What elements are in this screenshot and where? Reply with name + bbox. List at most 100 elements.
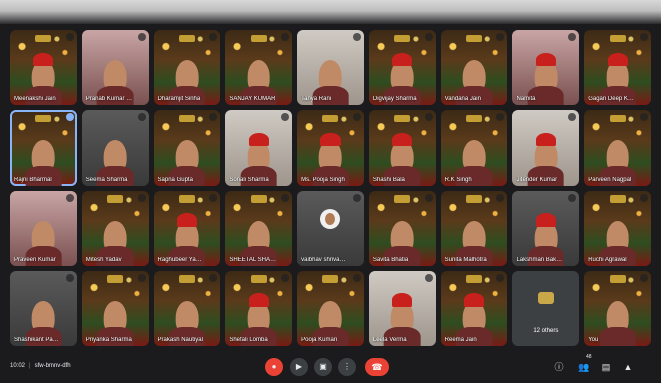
participant-tile[interactable]: vaibhav shrivastava: [297, 190, 364, 266]
participant-tile[interactable]: Raghubeer Yadav: [153, 190, 221, 266]
meeting-details-button[interactable]: ⓘ: [553, 361, 565, 373]
participant-name: Leela Verma: [372, 337, 407, 343]
mic-muted-icon: [209, 273, 218, 282]
mic-muted-icon: [352, 273, 361, 282]
participant-name: Tanya Rani: [301, 96, 332, 103]
participant-name: You: [588, 337, 599, 343]
participant-tile[interactable]: Tanya Rani: [297, 30, 364, 106]
mic-muted-icon: [209, 33, 218, 41]
participant-name: SHEETAL SHARMA: [229, 256, 276, 263]
participant-tile[interactable]: Shashikant Pawar: [10, 270, 77, 346]
participant-name: Sunita Malhotra: [444, 256, 487, 263]
participant-tile[interactable]: Parveen Nagpal: [584, 110, 651, 186]
participant-name: Ruchi Agrawal: [588, 256, 627, 263]
participant-name: Parveen Nagpal: [588, 176, 632, 183]
participant-name: Prakash Nautiyal: [157, 337, 203, 343]
participant-video: [25, 140, 62, 186]
mic-muted-icon: [65, 193, 74, 202]
chat-button[interactable]: ▤: [600, 361, 612, 373]
camera-toggle-button[interactable]: ▶: [290, 358, 308, 376]
meeting-info: 10:02 | sfw-bmnv-dfh: [10, 363, 71, 369]
people-button[interactable]: 👥: [578, 361, 590, 373]
participant-tile[interactable]: Priyanka Sharma: [81, 270, 149, 346]
browser-top-strip: [0, 0, 661, 24]
more-options-button[interactable]: ⋮: [338, 358, 356, 376]
santa-hat: [464, 293, 485, 307]
mic-muted-icon: [137, 193, 146, 202]
pin-icon: [65, 113, 74, 122]
participant-tile[interactable]: Gagan Deep Kaur: [584, 30, 651, 106]
santa-hat: [33, 52, 54, 67]
participant-tile[interactable]: R.K Singh: [440, 110, 508, 186]
camera-icon: ▶: [295, 362, 303, 371]
participant-tile[interactable]: Pooja Kumari: [297, 270, 364, 346]
participant-tile[interactable]: Dharamjit Sinha: [153, 30, 221, 106]
participant-grid: Meenakshi Jain Pranab Kumar Mit Dharamjit …: [10, 30, 651, 346]
leave-call-button[interactable]: ☎: [365, 358, 389, 376]
present-icon: ▣: [319, 362, 327, 371]
others-tile[interactable]: 12 others: [512, 270, 580, 346]
participant-tile[interactable]: Mitesh Yadav: [81, 190, 149, 266]
mic-muted-icon: [352, 33, 361, 41]
mic-muted-icon: [640, 113, 648, 122]
participant-tile[interactable]: SHEETAL SHARMA: [225, 190, 293, 266]
avatar: [320, 209, 341, 230]
participant-tile[interactable]: Praveen Kumar: [10, 190, 77, 266]
participant-tile[interactable]: Seema Sharma: [81, 110, 149, 186]
mic-muted-icon: [424, 33, 433, 41]
participant-tile[interactable]: Shefali Lomba: [225, 270, 293, 346]
santa-hat: [248, 293, 269, 307]
participant-tile[interactable]: SANJAY KUMAR: [225, 30, 293, 106]
participant-name: Pooja Kumari: [301, 337, 338, 343]
participant-tile[interactable]: Leela Verma: [368, 270, 436, 346]
participant-name: Rajni Bharmal: [14, 176, 52, 183]
participant-name: Praveen Kumar: [14, 256, 56, 263]
present-button[interactable]: ▣: [314, 358, 332, 376]
participant-name: Vandana Jain: [444, 96, 481, 103]
santa-hat: [176, 213, 197, 227]
participant-name: Shefali Lomba: [229, 337, 268, 343]
participant-name: SANJAY KUMAR: [229, 96, 276, 103]
participant-tile[interactable]: Sapna Gupta: [153, 110, 221, 186]
participant-tile[interactable]: Prakash Nautiyal: [153, 270, 221, 346]
participant-video: [599, 220, 636, 266]
participant-video: [312, 300, 349, 346]
participant-tile[interactable]: Ms. Pooja Singh: [297, 110, 364, 186]
participant-video: [97, 140, 133, 186]
participant-tile[interactable]: Vandana Jain: [440, 30, 508, 106]
participant-count-badge: 48: [586, 354, 592, 360]
participant-video: [599, 300, 636, 346]
participant-tile[interactable]: Shashi Bala: [368, 110, 436, 186]
participant-tile[interactable]: Rajni Bharmal: [10, 110, 77, 186]
santa-hat: [535, 132, 556, 147]
mic-muted-icon: [65, 273, 74, 282]
participant-tile[interactable]: Meenakshi Jain: [10, 30, 77, 106]
santa-hat: [248, 132, 269, 147]
participant-name: R.K Singh: [444, 176, 472, 183]
mic-muted-icon: [137, 113, 146, 122]
participant-tile[interactable]: Savita Bhatia: [368, 190, 436, 266]
participant-tile[interactable]: Namita: [512, 30, 580, 106]
participant-name: Meenakshi Jain: [14, 96, 56, 103]
participant-name: Lakshman Bakshi: [516, 256, 564, 263]
participant-tile[interactable]: Reema Jain: [440, 270, 508, 346]
participant-tile[interactable]: Jitender Kumar: [512, 110, 580, 186]
mic-muted-icon: [209, 193, 218, 202]
bottom-control-bar: 10:02 | sfw-bmnv-dfh ● ▶ ▣ ⋮ ☎ ⓘ 48 👥 ▤ ▲: [0, 352, 661, 383]
participant-tile[interactable]: Sonali Sharma: [225, 110, 293, 186]
participant-tile[interactable]: Pranab Kumar Mit: [81, 30, 149, 106]
participant-video: [168, 60, 205, 106]
participant-name: Digvijay Sharma: [372, 96, 417, 103]
participant-name: Pranab Kumar Mit: [85, 96, 133, 103]
mic-muted-icon: [281, 113, 290, 122]
participant-tile[interactable]: Sunita Malhotra: [440, 190, 508, 266]
participant-tile[interactable]: Ruchi Agrawal: [584, 190, 651, 266]
santa-hat: [392, 132, 413, 147]
participant-name: Shashi Bala: [372, 176, 405, 183]
participant-tile[interactable]: You: [584, 270, 651, 346]
participant-name: Sapna Gupta: [157, 176, 193, 183]
mic-toggle-button[interactable]: ●: [265, 358, 283, 376]
activities-button[interactable]: ▲: [622, 361, 634, 373]
participant-tile[interactable]: Digvijay Sharma: [368, 30, 436, 106]
participant-tile[interactable]: Lakshman Bakshi: [512, 190, 580, 266]
